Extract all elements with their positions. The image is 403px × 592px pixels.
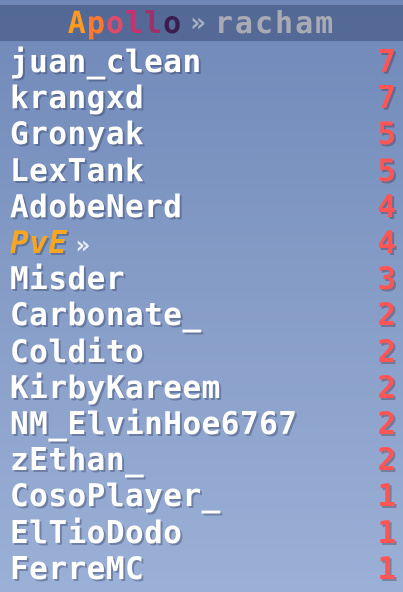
player-score: 5 <box>377 116 396 153</box>
row-left: juan_clean <box>10 44 202 80</box>
title-char: o <box>105 5 125 41</box>
row-left: Carbonate_ <box>10 297 202 333</box>
scoreboard-row: Carbonate_ 2 <box>0 297 403 333</box>
player-name: LexTank <box>10 152 145 189</box>
player-name: Gronyak <box>10 116 145 153</box>
row-left: CosoPlayer_ <box>10 478 221 514</box>
player-score: 3 <box>377 261 396 298</box>
player-score: 7 <box>377 80 396 117</box>
row-left: KirbyKareem <box>10 370 221 406</box>
scoreboard-rows: juan_clean 7 krangxd 7 Gronyak 5 LexTank 5 Adobe… <box>0 44 403 587</box>
row-left: FerreMC <box>10 551 144 587</box>
player-score: 4 <box>377 188 396 225</box>
player-score: 2 <box>377 442 396 479</box>
player-score: 2 <box>377 333 396 370</box>
scoreboard-row: juan_clean 7 <box>0 44 403 80</box>
scoreboard-row: PvE» 4 <box>0 225 403 261</box>
row-left: PvE» <box>10 225 90 261</box>
player-name: Misder <box>10 261 125 298</box>
player-name: Coldito <box>10 333 145 370</box>
title-char: A <box>67 5 87 41</box>
row-left: ElTioDodo <box>10 515 182 551</box>
row-left: NM_ElvinHoe6767 <box>10 406 297 442</box>
row-left: zEthan_ <box>10 442 144 478</box>
scoreboard-header: Apollo » racham <box>0 5 403 41</box>
scoreboard-row: KirbyKareem 2 <box>0 370 403 406</box>
title-char: p <box>86 5 106 41</box>
player-name: FerreMC <box>10 550 145 587</box>
row-left: Gronyak <box>10 116 144 152</box>
scoreboard-row: Coldito 2 <box>0 334 403 370</box>
player-score: 5 <box>377 152 396 189</box>
title-char: o <box>163 5 183 41</box>
player-name: ElTioDodo <box>10 514 183 551</box>
player-score: 4 <box>377 225 396 262</box>
scoreboard-row: FerreMC 1 <box>0 551 403 587</box>
title-char: l <box>144 5 164 41</box>
player-score: 2 <box>377 297 396 334</box>
scoreboard-row: zEthan_ 2 <box>0 442 403 478</box>
player-score: 2 <box>377 405 396 442</box>
scoreboard-row: ElTioDodo 1 <box>0 514 403 551</box>
scoreboard-row: krangxd 7 <box>0 80 403 116</box>
player-score: 1 <box>377 550 396 587</box>
player-name: juan_clean <box>10 44 202 81</box>
separator-icon: » <box>190 8 207 38</box>
player-name: PvE <box>10 225 68 262</box>
scoreboard-row: NM_ElvinHoe6767 2 <box>0 406 403 442</box>
player-score: 1 <box>377 478 396 515</box>
row-left: Coldito <box>10 334 144 370</box>
server-name: racham <box>214 5 336 41</box>
row-left: krangxd <box>10 80 144 116</box>
player-score: 1 <box>377 514 396 551</box>
scoreboard-row: LexTank 5 <box>0 153 403 189</box>
player-name: Carbonate_ <box>10 297 202 334</box>
row-left: LexTank <box>10 153 144 189</box>
player-name: zEthan_ <box>10 442 145 479</box>
title-char: l <box>124 5 145 41</box>
player-name: krangxd <box>10 80 145 117</box>
row-left: AdobeNerd <box>10 189 182 225</box>
scoreboard-row: Gronyak 5 <box>0 116 403 152</box>
player-score: 7 <box>377 44 396 81</box>
player-name: AdobeNerd <box>10 188 183 225</box>
player-name: NM_ElvinHoe6767 <box>10 405 298 442</box>
scoreboard-row: AdobeNerd 4 <box>0 189 403 225</box>
row-left: Misder <box>10 261 125 297</box>
player-score: 2 <box>377 369 396 406</box>
scoreboard-title: Apollo <box>68 6 182 41</box>
scoreboard-row: Misder 3 <box>0 261 403 297</box>
scoreboard: Apollo » racham juan_clean 7 krangxd 7 Grony… <box>0 0 403 592</box>
player-name: KirbyKareem <box>10 369 221 406</box>
scoreboard-row: CosoPlayer_ 1 <box>0 478 403 514</box>
arrow-icon: » <box>75 231 90 260</box>
player-name: CosoPlayer_ <box>10 478 221 515</box>
